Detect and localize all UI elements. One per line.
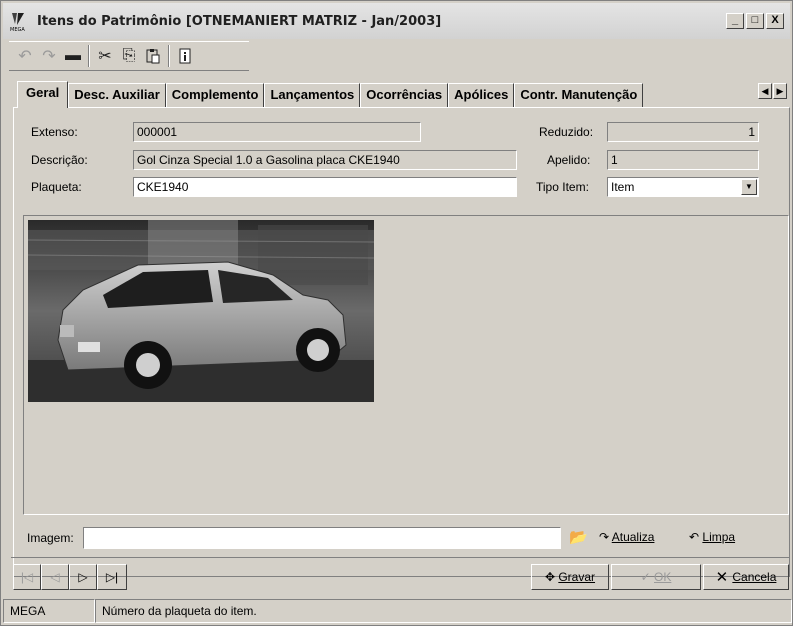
save-icon: ✥: [544, 570, 559, 584]
tab-scroll-right-icon[interactable]: ▶: [773, 83, 787, 99]
tab-contr-manutencao[interactable]: Contr. Manutenção: [514, 83, 644, 107]
check-icon: ✓: [640, 570, 655, 584]
cancela-button[interactable]: ✕ Cancela: [703, 564, 789, 590]
tab-scroll-left-icon[interactable]: ◀: [758, 83, 772, 99]
next-record-icon[interactable]: ▷: [69, 564, 97, 590]
close-button[interactable]: X: [766, 13, 784, 29]
tipo-item-value: Item: [611, 180, 635, 194]
last-record-icon[interactable]: ▷|: [97, 564, 127, 590]
chevron-down-icon[interactable]: ▼: [741, 179, 757, 195]
status-app: MEGA: [3, 599, 95, 623]
descricao-label: Descrição:: [31, 153, 88, 167]
tab-complemento[interactable]: Complemento: [165, 83, 265, 107]
minimize-button[interactable]: _: [726, 13, 744, 29]
navigation-bar: |◁ ◁ ▷ ▷| ✥ Gravar ✓ OK ✕ Cancela: [11, 557, 790, 593]
tipo-item-label: Tipo Item:: [536, 180, 589, 194]
ok-label: OK: [654, 570, 672, 584]
open-folder-icon[interactable]: 📂: [569, 528, 588, 546]
window-title: Itens do Patrimônio [OTNEMANIERT MATRIZ …: [37, 13, 442, 29]
tipo-item-select[interactable]: Item ▼: [607, 177, 759, 197]
copy-icon[interactable]: ⎘: [117, 44, 141, 68]
extenso-field[interactable]: 000001: [133, 122, 421, 142]
tab-bar: Geral Desc. Auxiliar Complemento Lançame…: [17, 81, 644, 108]
redo-icon[interactable]: ↷: [37, 44, 61, 68]
refresh-icon: ↷: [599, 530, 612, 544]
extenso-label: Extenso:: [31, 125, 78, 139]
toolbar: ↶ ↷ ▬ ✂ ⎘: [9, 41, 249, 71]
reduzido-field[interactable]: 1: [607, 122, 759, 142]
image-area: [23, 215, 789, 515]
plaqueta-label: Plaqueta:: [31, 180, 82, 194]
status-bar: MEGA Número da plaqueta do item.: [3, 599, 792, 625]
minus-icon[interactable]: ▬: [61, 44, 85, 68]
tab-scroll: ◀ ▶: [758, 83, 787, 99]
plaqueta-field[interactable]: CKE1940: [133, 177, 517, 197]
descricao-field[interactable]: Gol Cinza Special 1.0 a Gasolina placa C…: [133, 150, 517, 170]
tab-geral[interactable]: Geral: [17, 81, 69, 108]
toolbar-separator: [88, 45, 90, 67]
car-photo: [27, 220, 375, 402]
info-icon[interactable]: [173, 44, 197, 68]
window: MEGA Itens do Patrimônio [OTNEMANIERT MA…: [0, 0, 793, 626]
undo-icon[interactable]: ↶: [13, 44, 37, 68]
prior-record-icon[interactable]: ◁: [41, 564, 69, 590]
status-message: Número da plaqueta do item.: [95, 599, 792, 623]
cut-icon[interactable]: ✂: [93, 44, 117, 68]
imagem-label: Imagem:: [27, 531, 74, 545]
atualiza-button[interactable]: ↷ Atualiza: [599, 530, 654, 544]
ok-button[interactable]: ✓ OK: [611, 564, 701, 590]
first-record-icon[interactable]: |◁: [13, 564, 41, 590]
cancela-label: Cancela: [732, 570, 777, 584]
svg-text:MEGA: MEGA: [10, 27, 25, 32]
app-logo-icon: MEGA: [9, 10, 31, 33]
paste-icon[interactable]: [141, 44, 165, 68]
close-icon: ✕: [715, 569, 733, 586]
tab-apolices[interactable]: Apólices: [448, 83, 515, 107]
gravar-label: Gravar: [558, 570, 596, 584]
tab-desc-auxiliar[interactable]: Desc. Auxiliar: [68, 83, 166, 107]
title-bar[interactable]: MEGA Itens do Patrimônio [OTNEMANIERT MA…: [3, 3, 790, 39]
gravar-button[interactable]: ✥ Gravar: [531, 564, 609, 590]
maximize-button[interactable]: □: [746, 13, 764, 29]
apelido-field[interactable]: 1: [607, 150, 759, 170]
tab-lancamentos[interactable]: Lançamentos: [264, 83, 361, 107]
limpa-button[interactable]: ↶ Limpa: [689, 530, 735, 544]
tab-ocorrencias[interactable]: Ocorrências: [360, 83, 449, 107]
apelido-label: Apelido:: [547, 153, 591, 167]
undo-icon: ↶: [689, 530, 703, 544]
toolbar-separator: [168, 45, 170, 67]
atualiza-label: Atualiza: [611, 530, 655, 544]
window-controls: _ □ X: [726, 13, 784, 29]
imagem-input[interactable]: [83, 527, 561, 549]
reduzido-label: Reduzido:: [539, 125, 594, 139]
limpa-label: Limpa: [702, 530, 736, 544]
